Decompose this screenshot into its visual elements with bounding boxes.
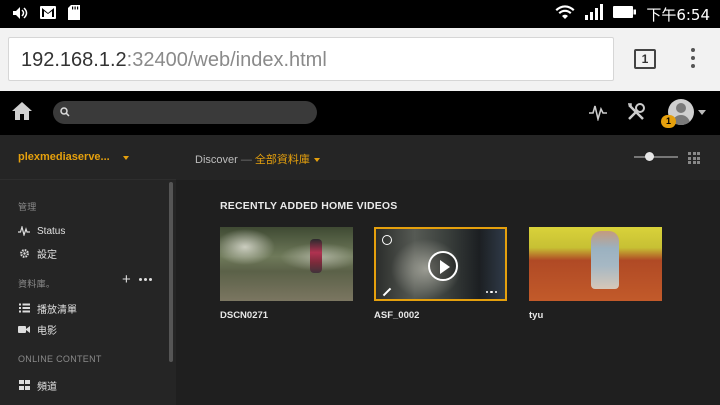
sidebar-item-playlists[interactable]: 播放清單 — [18, 300, 77, 316]
tab-switcher-button[interactable]: 1 — [634, 49, 656, 69]
library-filter-dropdown[interactable]: 全部資料庫 — [255, 154, 310, 166]
android-status-bar: 下午6:54 — [0, 0, 720, 28]
breadcrumb-separator: — — [237, 154, 255, 166]
thumbnail-figure — [591, 231, 619, 289]
notification-badge: 1 — [661, 115, 676, 128]
chevron-down-icon — [123, 156, 129, 160]
content-header: Discover — 全部資料庫 — [176, 135, 720, 180]
video-thumbnail[interactable] — [220, 227, 353, 301]
video-title[interactable]: DSCN0271 — [220, 310, 268, 321]
list-icon — [18, 302, 30, 314]
thumbnail-figure — [310, 239, 322, 273]
server-name: plexmediaserve... — [18, 151, 110, 163]
play-icon[interactable] — [428, 251, 458, 281]
sidebar-item-movies[interactable]: 电影 — [18, 321, 57, 337]
video-title[interactable]: ASF_0002 — [374, 310, 419, 321]
gear-icon — [18, 247, 30, 259]
sidebar-section-online: ONLINE CONTENT — [18, 354, 102, 364]
sidebar-item-label: Status — [37, 225, 66, 237]
video-thumbnail[interactable] — [529, 227, 662, 301]
add-library-icon[interactable]: + — [122, 272, 131, 287]
grid-view-icon[interactable] — [688, 152, 700, 164]
sidebar-item-label: 頻道 — [37, 381, 57, 393]
top-navigation: 1 — [0, 91, 720, 135]
volume-icon — [12, 6, 28, 25]
wifi-icon — [555, 4, 575, 25]
settings-tools-icon[interactable] — [626, 102, 646, 127]
sidebar-item-label: 电影 — [37, 325, 57, 337]
sidebar-section-libraries: 資料庫。 — [18, 279, 56, 289]
video-camera-icon — [18, 323, 30, 335]
slider-handle[interactable] — [645, 152, 654, 161]
sidebar-item-channels[interactable]: 頻道 — [18, 377, 57, 393]
more-options-icon[interactable] — [485, 290, 497, 293]
activity-icon — [18, 225, 30, 237]
select-circle-icon[interactable] — [382, 235, 392, 245]
edit-icon[interactable] — [382, 287, 392, 297]
gmail-icon — [40, 6, 56, 24]
breadcrumb-discover[interactable]: Discover — [195, 154, 238, 166]
main-content: RECENTLY ADDED HOME VIDEOS DSCN0271 ASF_… — [176, 180, 720, 405]
sidebar-item-settings[interactable]: 設定 — [18, 245, 57, 261]
library-actions: + — [122, 272, 152, 287]
video-thumbnail-selected[interactable] — [374, 227, 507, 301]
more-options-icon[interactable] — [138, 278, 152, 281]
grid-icon — [18, 379, 30, 391]
video-title[interactable]: tyu — [529, 310, 543, 321]
breadcrumb: Discover — 全部資料庫 — [195, 151, 320, 167]
chevron-down-icon[interactable] — [698, 110, 706, 115]
chevron-down-icon[interactable] — [313, 158, 320, 163]
search-input[interactable] — [53, 101, 317, 124]
sidebar-section-manage: 管理 — [18, 202, 37, 212]
sidebar-item-label: 設定 — [37, 249, 57, 261]
section-title[interactable]: RECENTLY ADDED HOME VIDEOS — [220, 200, 398, 212]
url-path: :32400/web/index.html — [126, 49, 327, 71]
sd-card-icon — [68, 5, 80, 25]
sidebar-item-label: 播放清單 — [37, 304, 77, 316]
activity-icon[interactable] — [588, 103, 608, 126]
browser-toolbar: 192.168.1.2:32400/web/index.html 1 — [0, 28, 720, 91]
poster-size-slider[interactable] — [634, 156, 678, 158]
sidebar: 管理 Status 設定 資料庫。 + 播放清單 电影 ONLINE CONTE… — [0, 180, 176, 405]
home-icon[interactable] — [11, 101, 33, 126]
sidebar-scrollbar[interactable] — [169, 182, 173, 362]
browser-menu-icon[interactable] — [690, 48, 696, 72]
search-icon — [60, 107, 70, 117]
battery-icon — [613, 5, 637, 24]
server-selector[interactable]: plexmediaserve... — [0, 135, 176, 180]
url-bar[interactable]: 192.168.1.2:32400/web/index.html — [8, 37, 614, 81]
clock: 下午6:54 — [646, 6, 710, 24]
url-host: 192.168.1.2 — [21, 49, 127, 71]
signal-icon — [584, 4, 604, 25]
sidebar-item-status[interactable]: Status — [18, 223, 65, 239]
